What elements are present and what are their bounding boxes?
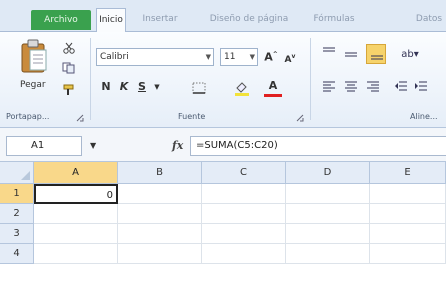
font-launcher-icon[interactable] bbox=[296, 114, 304, 122]
cell[interactable] bbox=[286, 184, 370, 204]
font-size-value: 11 bbox=[224, 52, 236, 62]
decrease-indent-icon[interactable] bbox=[394, 80, 408, 92]
cell[interactable] bbox=[286, 244, 370, 264]
cell[interactable] bbox=[202, 244, 286, 264]
align-bottom-icon bbox=[371, 55, 383, 60]
cell[interactable] bbox=[118, 224, 202, 244]
font-size-select[interactable]: 11 ▼ bbox=[220, 48, 258, 66]
alignment-group-label: Aline... bbox=[410, 112, 438, 121]
font-color-swatch bbox=[264, 94, 282, 97]
fill-color-icon[interactable] bbox=[234, 80, 250, 96]
row-header[interactable]: 1 bbox=[0, 184, 34, 204]
column-header[interactable]: B bbox=[118, 162, 202, 184]
select-all-corner[interactable] bbox=[0, 162, 34, 184]
align-middle-icon[interactable] bbox=[344, 48, 358, 60]
column-header[interactable]: D bbox=[286, 162, 370, 184]
tab-data[interactable]: Datos bbox=[412, 8, 446, 32]
cell[interactable] bbox=[202, 204, 286, 224]
worksheet-grid: A B C D E 1 2 3 4 0 bbox=[0, 162, 446, 283]
clipboard-group-label: Portapap... bbox=[6, 112, 50, 121]
increase-indent-icon[interactable] bbox=[414, 80, 428, 92]
cell[interactable] bbox=[202, 224, 286, 244]
select-all-icon bbox=[21, 171, 30, 180]
font-color-button[interactable]: A bbox=[266, 79, 280, 93]
cell[interactable] bbox=[34, 204, 118, 224]
align-right-icon[interactable] bbox=[366, 80, 380, 92]
copy-icon[interactable] bbox=[62, 62, 76, 74]
align-bottom-button[interactable] bbox=[366, 44, 386, 64]
clipboard-launcher-icon[interactable] bbox=[76, 114, 84, 122]
cell[interactable] bbox=[34, 244, 118, 264]
column-header[interactable]: C bbox=[202, 162, 286, 184]
shrink-font-button[interactable]: Av bbox=[284, 50, 296, 67]
row-header[interactable]: 4 bbox=[0, 244, 34, 264]
cell[interactable] bbox=[286, 204, 370, 224]
name-box[interactable]: A1 bbox=[6, 136, 82, 156]
cell[interactable] bbox=[34, 224, 118, 244]
formula-input[interactable]: =SUMA(C5:C20) bbox=[190, 136, 446, 156]
cell[interactable] bbox=[286, 224, 370, 244]
cell[interactable] bbox=[202, 184, 286, 204]
formula-bar: A1 ▼ fx =SUMA(C5:C20) bbox=[0, 128, 446, 162]
cell[interactable] bbox=[370, 184, 446, 204]
cell[interactable] bbox=[118, 184, 202, 204]
bold-button[interactable]: N bbox=[100, 80, 112, 94]
chevron-down-icon: ▼ bbox=[205, 53, 211, 61]
tab-page-layout[interactable]: Diseño de página bbox=[206, 8, 292, 32]
grow-font-button[interactable]: A^ bbox=[264, 48, 278, 65]
format-painter-icon[interactable] bbox=[62, 84, 76, 96]
ribbon: Pegar Portapap... Calibri ▼ 11 ▼ A^ Av N… bbox=[0, 32, 446, 128]
italic-button[interactable]: K bbox=[118, 80, 130, 94]
paste-button-label[interactable]: Pegar bbox=[20, 80, 46, 90]
column-header[interactable]: A bbox=[34, 162, 118, 184]
align-center-icon[interactable] bbox=[344, 80, 358, 92]
row-header[interactable]: 2 bbox=[0, 204, 34, 224]
tab-insert[interactable]: Insertar bbox=[140, 8, 180, 32]
tab-home[interactable]: Inicio bbox=[96, 8, 126, 32]
group-divider bbox=[310, 38, 311, 120]
chevron-down-icon[interactable]: ▼ bbox=[90, 141, 96, 150]
paste-clipboard-icon[interactable] bbox=[20, 38, 48, 74]
cell[interactable] bbox=[118, 244, 202, 264]
cut-icon[interactable] bbox=[62, 42, 76, 54]
chevron-down-icon[interactable]: ▼ bbox=[152, 80, 162, 94]
row-header[interactable]: 3 bbox=[0, 224, 34, 244]
cell[interactable] bbox=[370, 224, 446, 244]
font-group-label: Fuente bbox=[178, 112, 206, 121]
underline-button[interactable]: S bbox=[136, 80, 148, 94]
insert-function-icon[interactable]: fx bbox=[172, 139, 183, 152]
borders-icon[interactable] bbox=[192, 82, 206, 94]
font-name-select[interactable]: Calibri ▼ bbox=[96, 48, 214, 66]
cell[interactable] bbox=[118, 204, 202, 224]
align-top-icon[interactable] bbox=[322, 46, 336, 58]
chevron-down-icon: ▼ bbox=[249, 53, 255, 61]
tab-file[interactable]: Archivo bbox=[31, 10, 91, 30]
cell[interactable] bbox=[370, 244, 446, 264]
tab-formulas[interactable]: Fórmulas bbox=[312, 8, 356, 32]
cell-a1[interactable]: 0 bbox=[34, 184, 118, 204]
cell[interactable] bbox=[370, 204, 446, 224]
align-left-icon[interactable] bbox=[322, 80, 336, 92]
font-name-value: Calibri bbox=[100, 52, 129, 62]
ribbon-tab-strip: Archivo Inicio Insertar Diseño de página… bbox=[0, 0, 446, 32]
orientation-button[interactable]: ab▾ bbox=[400, 48, 420, 62]
group-divider bbox=[90, 38, 91, 120]
column-header[interactable]: E bbox=[370, 162, 446, 184]
